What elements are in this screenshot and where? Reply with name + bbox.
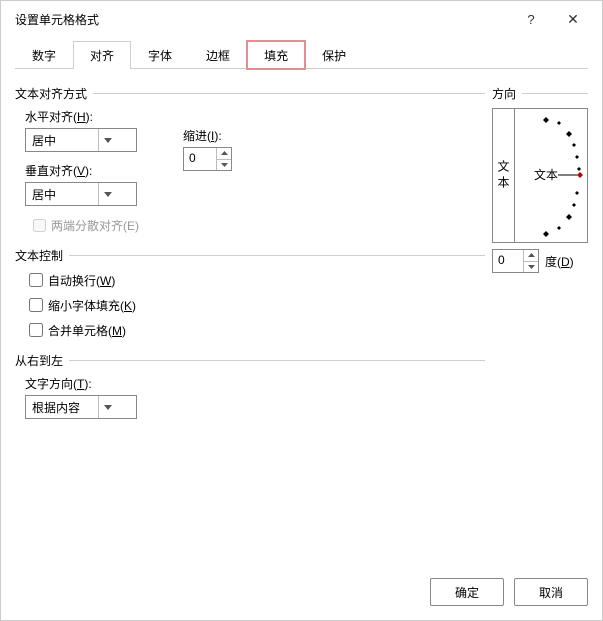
degree-row: 0 度(D): [492, 249, 588, 273]
ok-button[interactable]: 确定: [430, 578, 504, 606]
left-column: 文本对齐方式 水平对齐(H): 居中 缩进(I): 0: [15, 79, 495, 419]
spin-up-icon[interactable]: [524, 250, 538, 262]
tab-border[interactable]: 边框: [189, 41, 247, 69]
tab-alignment[interactable]: 对齐: [73, 41, 131, 69]
spin-down-icon[interactable]: [217, 160, 231, 171]
orientation-box[interactable]: 文本: [492, 108, 588, 243]
window-title: 设置单元格格式: [15, 11, 510, 28]
title-bar: 设置单元格格式 ? ✕: [1, 1, 602, 37]
tab-number[interactable]: 数字: [15, 41, 73, 69]
checkbox-merge-cells[interactable]: 合并单元格(M): [25, 320, 495, 340]
help-button[interactable]: ?: [510, 4, 552, 34]
group-text-control: 文本控制: [15, 247, 485, 264]
close-button[interactable]: ✕: [552, 4, 594, 34]
spin-down-icon[interactable]: [524, 262, 538, 273]
spin-indent[interactable]: 0: [183, 147, 232, 171]
group-orientation: 方向: [492, 85, 588, 102]
checkbox-justify-distributed: 两端分散对齐(E): [29, 216, 495, 235]
checkbox-shrink-to-fit[interactable]: 缩小字体填充(K): [25, 295, 495, 315]
combo-vertical-align[interactable]: 居中: [25, 182, 137, 206]
tab-protection[interactable]: 保护: [305, 41, 363, 69]
dialog-body: 文本对齐方式 水平对齐(H): 居中 缩进(I): 0: [1, 69, 602, 574]
tab-row: 数字 对齐 字体 边框 填充 保护: [15, 41, 588, 69]
checkbox-wrap-text[interactable]: 自动换行(W): [25, 270, 495, 290]
cancel-button[interactable]: 取消: [514, 578, 588, 606]
tab-fill[interactable]: 填充: [247, 41, 305, 69]
combo-text-direction[interactable]: 根据内容: [25, 395, 137, 419]
combo-horizontal-align[interactable]: 居中: [25, 128, 137, 152]
label-horizontal-align: 水平对齐(H):: [25, 108, 495, 125]
chevron-down-icon: [98, 396, 116, 418]
group-rtl: 从右到左: [15, 352, 485, 369]
chevron-down-icon: [98, 183, 116, 205]
spin-degrees[interactable]: 0: [492, 249, 539, 273]
spin-up-icon[interactable]: [217, 148, 231, 160]
indent-block: 缩进(I): 0: [183, 127, 232, 171]
orientation-center-label: 文本: [534, 167, 558, 182]
label-degrees: 度(D): [545, 253, 574, 270]
tab-font[interactable]: 字体: [131, 41, 189, 69]
label-indent: 缩进(I):: [183, 127, 232, 144]
group-text-alignment: 文本对齐方式: [15, 85, 485, 102]
orientation-panel: 方向 文本: [492, 79, 588, 273]
label-vertical-align: 垂直对齐(V):: [25, 162, 495, 179]
chevron-down-icon: [98, 129, 116, 151]
orientation-dial[interactable]: 文本: [515, 109, 587, 242]
label-text-direction: 文字方向(T):: [25, 375, 495, 392]
orientation-vertical-text-button[interactable]: 文本: [493, 109, 515, 242]
button-bar: 确定 取消: [430, 578, 588, 606]
